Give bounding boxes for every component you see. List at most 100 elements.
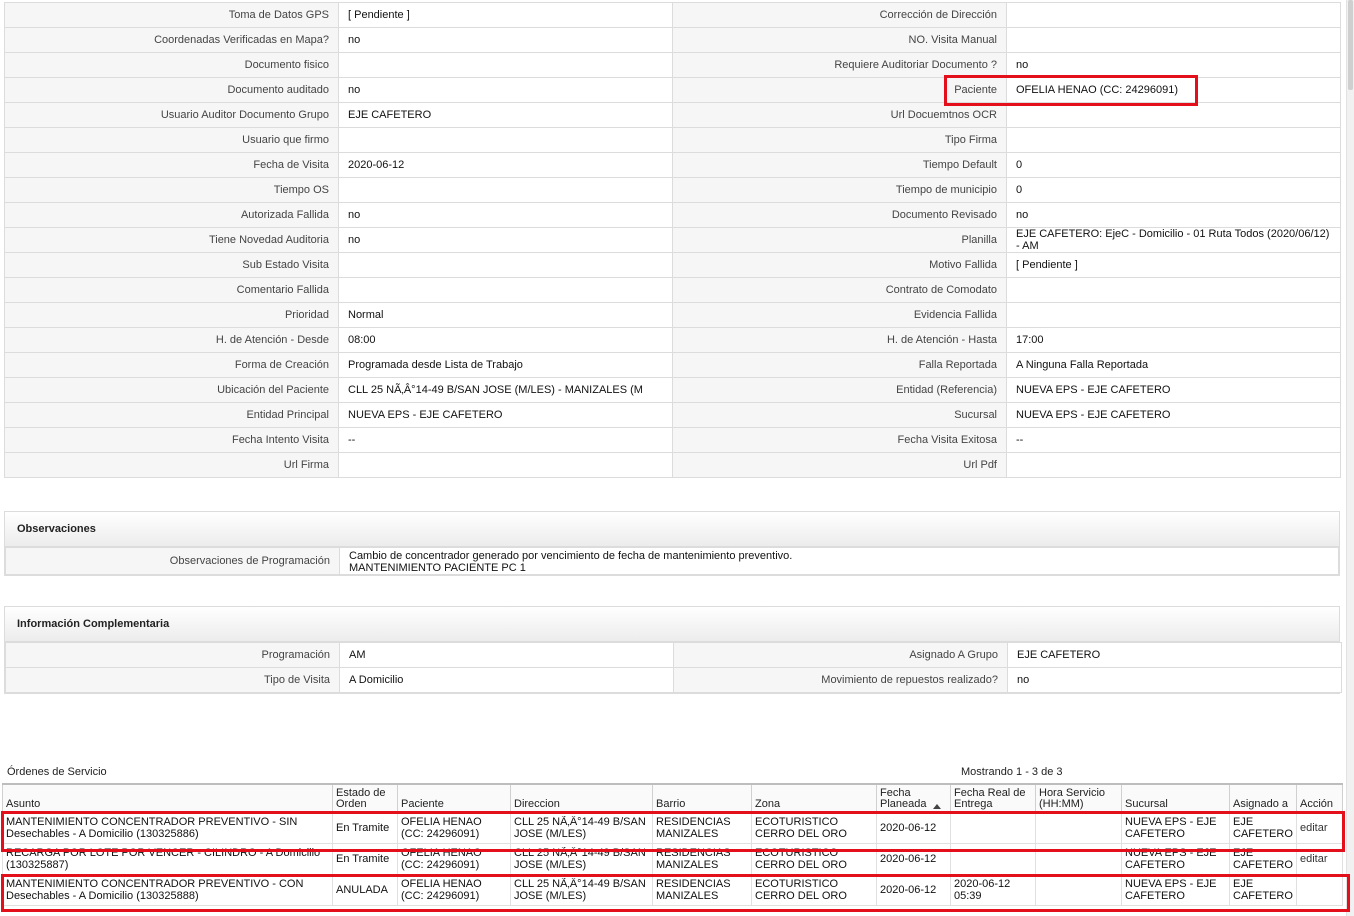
field-label: Sub Estado Visita	[4, 252, 339, 278]
detail-row: Entidad Principal NUEVA EPS - EJE CAFETER…	[4, 402, 1341, 428]
detail-row: Documento auditado no Paciente OFELIA HENA…	[4, 77, 1341, 103]
informacion-complementaria-panel: Información Complementaria Programación A…	[4, 606, 1342, 694]
field-value	[1006, 27, 1341, 53]
order-cell-text: NUEVA EPS - EJE CAFETERO	[1125, 877, 1217, 902]
field-label: Tiempo OS	[4, 177, 339, 203]
column-header-label: Asignado a	[1233, 798, 1289, 810]
column-header-label: Barrio	[656, 798, 686, 810]
field-value: no	[338, 27, 673, 53]
field-label: Tipo Firma	[672, 127, 1007, 153]
column-header[interactable]: Zona	[751, 783, 877, 813]
column-header[interactable]: Hora Servicio (HH:MM)	[1035, 783, 1122, 813]
detail-row: Url Firma Url Pdf	[4, 452, 1341, 478]
field-label: Sucursal	[672, 402, 1007, 428]
order-cell-estado: En Tramite	[332, 811, 398, 844]
field-label: Url Docuemtnos OCR	[672, 102, 1007, 128]
order-cell-fecha-real	[950, 811, 1036, 844]
scrollbar-thumb[interactable]	[1348, 0, 1353, 90]
order-cell-text: 2020-06-12	[880, 821, 937, 834]
field-value: AM	[339, 642, 674, 668]
field-value: A Ninguna Falla Reportada	[1006, 352, 1341, 378]
order-cell-text: 2020-06-12	[880, 852, 937, 865]
editar-link[interactable]: editar	[1300, 822, 1339, 834]
ordenes-table: Asunto Estado de Orden Paciente Direccion Ba…	[2, 783, 1343, 906]
order-cell-paciente: OFELIA HENAO (CC: 24296091)	[397, 811, 511, 844]
order-cell-sucursal: NUEVA EPS - EJE CAFETERO	[1121, 811, 1230, 844]
field-label: Coordenadas Verificadas en Mapa?	[4, 27, 339, 53]
field-label: Tiene Novedad Auditoria	[4, 227, 339, 253]
order-cell-text: RESIDENCIAS MANIZALES	[656, 877, 731, 902]
field-label: Asignado A Grupo	[673, 642, 1008, 668]
order-cell-text: NUEVA EPS - EJE CAFETERO	[1125, 815, 1217, 840]
ordenes-count: Mostrando 1 - 3 de 3	[961, 766, 1063, 778]
order-cell-text: CLL 25 NÃ‚Â°14-49 B/SAN JOSE (M/LES)	[514, 815, 646, 840]
order-cell-asignado: EJE CAFETERO	[1229, 873, 1297, 906]
detail-row: Usuario Auditor Documento Grupo EJE CAFET…	[4, 102, 1341, 128]
sort-ascending-icon[interactable]	[933, 804, 941, 809]
observaciones-label: Observaciones de Programación	[5, 547, 340, 575]
field-label: Paciente	[672, 77, 1007, 103]
field-value	[338, 127, 673, 153]
column-header-label: Direccion	[514, 798, 560, 810]
order-cell-accion	[1296, 873, 1343, 906]
field-label: Tipo de Visita	[5, 667, 340, 693]
order-cell-text: RESIDENCIAS MANIZALES	[656, 815, 731, 840]
column-header[interactable]: Direccion	[510, 783, 653, 813]
vertical-scrollbar[interactable]	[1346, 0, 1354, 916]
observaciones-value: Cambio de concentrador generado por venc…	[339, 547, 1339, 575]
ordenes-title: Órdenes de Servicio	[7, 766, 107, 778]
order-cell-text: OFELIA HENAO (CC: 24296091)	[401, 877, 482, 902]
field-label: Url Pdf	[672, 452, 1007, 478]
order-cell-text: 2020-06-12	[880, 883, 937, 896]
field-value: NUEVA EPS - EJE CAFETERO	[1006, 402, 1341, 428]
field-value: EJE CAFETERO: EjeC - Domicilio - 01 Ruta…	[1006, 227, 1341, 253]
order-cell-text: MANTENIMIENTO CONCENTRADOR PREVENTIVO - …	[6, 877, 304, 902]
field-value: Normal	[338, 302, 673, 328]
column-header[interactable]: Paciente	[397, 783, 511, 813]
field-label: Url Firma	[4, 452, 339, 478]
field-label: Toma de Datos GPS	[4, 2, 339, 28]
field-value: --	[338, 427, 673, 453]
order-cell-text: EJE CAFETERO	[1233, 815, 1293, 840]
column-header-label: Paciente	[401, 798, 444, 810]
column-header[interactable]: Asignado a	[1229, 783, 1297, 813]
field-value: --	[1006, 427, 1341, 453]
order-row[interactable]: MANTENIMIENTO CONCENTRADOR PREVENTIVO - …	[2, 873, 1343, 906]
column-header[interactable]: Asunto	[2, 783, 333, 813]
field-value: NUEVA EPS - EJE CAFETERO	[1006, 377, 1341, 403]
field-label: Fecha Visita Exitosa	[672, 427, 1007, 453]
field-label: Entidad (Referencia)	[672, 377, 1007, 403]
order-cell-barrio: RESIDENCIAS MANIZALES	[652, 811, 752, 844]
detail-row: Usuario que firmo Tipo Firma	[4, 127, 1341, 153]
order-cell-text: MANTENIMIENTO CONCENTRADOR PREVENTIVO - …	[6, 815, 298, 840]
field-label: H. de Atención - Desde	[4, 327, 339, 353]
order-cell-fecha-real: 2020-06-12 05:39	[950, 873, 1036, 906]
detail-row: Forma de Creación Programada desde Lista …	[4, 352, 1341, 378]
order-cell-hora	[1035, 842, 1122, 875]
order-row[interactable]: MANTENIMIENTO CONCENTRADOR PREVENTIVO - …	[2, 811, 1343, 844]
editar-link[interactable]: editar	[1300, 853, 1339, 865]
field-value	[1006, 127, 1341, 153]
field-label: Corrección de Dirección	[672, 2, 1007, 28]
column-header[interactable]: Estado de Orden	[332, 783, 398, 813]
detail-row: H. de Atención - Desde 08:00 H. de Atenció…	[4, 327, 1341, 353]
detail-row: Comentario Fallida Contrato de Comodato	[4, 277, 1341, 303]
order-cell-fecha-real	[950, 842, 1036, 875]
order-cell-asunto: MANTENIMIENTO CONCENTRADOR PREVENTIVO - …	[2, 811, 333, 844]
field-value	[338, 177, 673, 203]
order-cell-sucursal: NUEVA EPS - EJE CAFETERO	[1121, 842, 1230, 875]
field-label: Falla Reportada	[672, 352, 1007, 378]
column-header[interactable]: Fecha Real de Entrega	[950, 783, 1036, 813]
column-header[interactable]: Barrio	[652, 783, 752, 813]
field-value: CLL 25 NÃ‚Â°14-49 B/SAN JOSE (M/LES) - M…	[338, 377, 673, 403]
detail-row: Fecha Intento Visita -- Fecha Visita Exit…	[4, 427, 1341, 453]
complementaria-row: Programación AM Asignado A Grupo EJE CAFETE…	[5, 642, 1342, 668]
order-cell-hora	[1035, 873, 1122, 906]
field-label: Documento Revisado	[672, 202, 1007, 228]
column-header[interactable]: Acción	[1296, 783, 1343, 813]
order-cell-barrio: RESIDENCIAS MANIZALES	[652, 842, 752, 875]
order-row[interactable]: RECARGA POR LOTE POR VENCER - CILINDRO -…	[2, 842, 1343, 875]
order-cell-direccion: CLL 25 NÃ‚Â°14-49 B/SAN JOSE (M/LES)	[510, 842, 653, 875]
field-value: 0	[1006, 152, 1341, 178]
column-header[interactable]: Sucursal	[1121, 783, 1230, 813]
